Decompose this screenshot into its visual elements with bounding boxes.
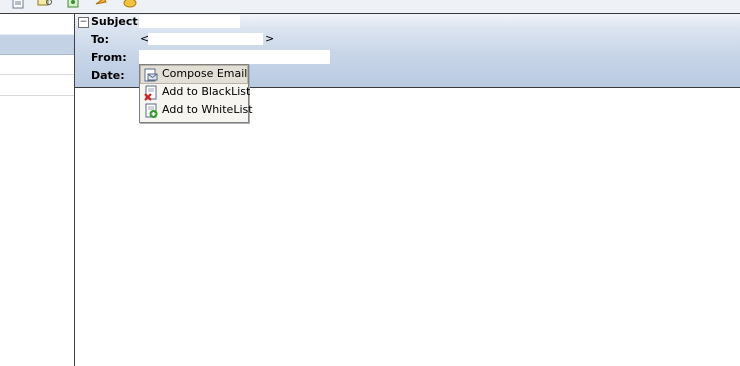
menu-item-label: Compose Email xyxy=(162,67,248,80)
menu-item-compose-email[interactable]: Compose Email xyxy=(140,65,248,84)
to-close-bracket: > xyxy=(265,32,275,45)
search-mail-icon[interactable] xyxy=(37,0,53,10)
subject-label: Subject: xyxy=(91,15,143,28)
flag-icon[interactable] xyxy=(93,0,109,10)
list-header-row[interactable] xyxy=(0,34,74,55)
message-body[interactable] xyxy=(75,88,740,366)
to-value xyxy=(148,33,263,45)
from-label: From: xyxy=(91,51,127,64)
compose-email-icon xyxy=(143,67,159,83)
toolbar xyxy=(0,0,740,14)
list-item[interactable] xyxy=(0,54,74,75)
tag-icon[interactable] xyxy=(121,0,137,10)
to-label: To: xyxy=(91,33,109,46)
refresh-icon[interactable] xyxy=(65,0,81,10)
from-value[interactable] xyxy=(139,50,330,64)
list-item[interactable] xyxy=(0,75,74,96)
document-icon[interactable] xyxy=(10,0,26,10)
subject-value xyxy=(139,15,240,28)
collapse-toggle-icon[interactable]: − xyxy=(78,17,89,28)
message-list-pane xyxy=(0,14,75,366)
date-label: Date: xyxy=(91,69,125,82)
